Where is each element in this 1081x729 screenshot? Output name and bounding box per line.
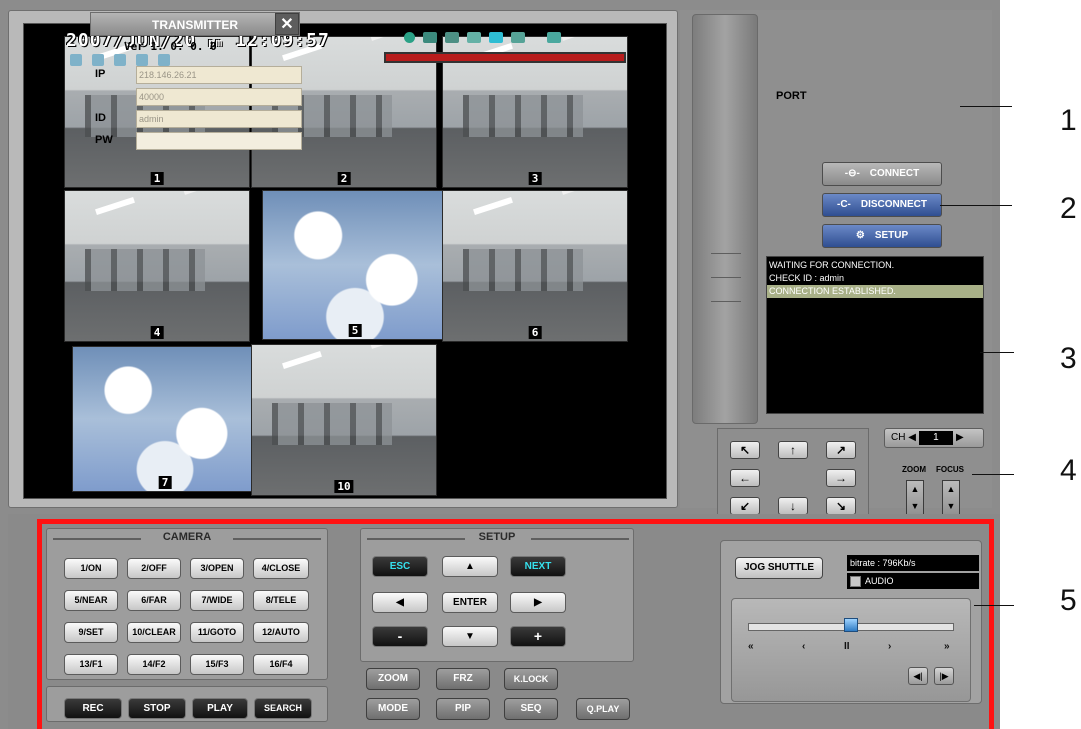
record-status-icon: [404, 32, 415, 43]
callout-5: 5: [1060, 584, 1077, 617]
ptz-left-button[interactable]: ←: [730, 469, 760, 487]
zoom-in-icon[interactable]: ▲: [907, 481, 923, 498]
camera-tile-7[interactable]: 7: [72, 346, 258, 492]
disconnect-label: DISCONNECT: [860, 199, 927, 210]
close-button[interactable]: ✕: [275, 13, 299, 35]
focus-label: FOCUS: [936, 465, 964, 474]
camera-status-icon: [467, 32, 481, 43]
tile-number: 7: [158, 476, 172, 489]
ptz-down-left-button[interactable]: ↙: [730, 497, 760, 515]
port-field[interactable]: 40000: [136, 88, 302, 106]
port-label: PORT: [776, 90, 807, 102]
callout-line-5: [974, 605, 1014, 606]
log-line-highlighted: CONNECTION ESTABLISHED.: [767, 285, 983, 298]
video-display-frame: 1 2 3 4 5 6 7 10 2007/JUN/20 pm 12:09:57: [8, 10, 678, 508]
callout-4: 4: [1060, 454, 1077, 487]
channel-selector: CH ◀ 1 ▶: [884, 428, 984, 448]
zoom-stepper[interactable]: ▲ ▼: [906, 480, 924, 518]
channel-value: 1: [918, 431, 953, 445]
slot-divider: [711, 301, 741, 302]
monitor-icon: [489, 32, 503, 43]
ptz-down-button[interactable]: ↓: [778, 497, 808, 515]
callout-line-4: [972, 474, 1014, 475]
callout-line-3: [980, 352, 1014, 353]
multi-view-video[interactable]: 1 2 3 4 5 6 7 10 2007/JUN/20 pm 12:09:57: [23, 23, 667, 499]
channel-next-icon[interactable]: ▶: [956, 432, 964, 443]
plug-icon: -⊖-: [844, 168, 860, 179]
disconnect-button[interactable]: -C- DISCONNECT: [822, 193, 942, 217]
callout-line-1: [960, 106, 1012, 107]
ptz-up-left-button[interactable]: ↖: [730, 441, 760, 459]
antenna-icon: [445, 32, 459, 43]
version-label: Ver 1. 0. 0. 0: [124, 40, 217, 53]
callout-2: 2: [1060, 192, 1077, 225]
transmitter-title: TRANSMITTER: [90, 12, 300, 36]
channel-prev-icon[interactable]: ◀: [908, 432, 916, 443]
ptz-pad: ↖ ↑ ↗ ← → ↙ ↓ ↘: [717, 428, 869, 522]
tile-number: 1: [150, 172, 164, 185]
ptz-right-button[interactable]: →: [826, 469, 856, 487]
tile-number: 2: [337, 172, 351, 185]
person-icon[interactable]: [158, 54, 170, 66]
setup-button[interactable]: ⚙ SETUP: [822, 224, 942, 248]
tile-number: 4: [150, 326, 164, 339]
tile-number: 3: [528, 172, 542, 185]
ip-field[interactable]: 218.146.26.21: [136, 66, 302, 84]
osd-status-icons: [404, 32, 561, 43]
zoom-out-icon[interactable]: ▼: [907, 498, 923, 515]
zoom-label: ZOOM: [902, 465, 926, 474]
app-window: 1 2 3 4 5 6 7 10 2007/JUN/20 pm 12:09:57: [0, 0, 1000, 729]
camera-tile-4[interactable]: 4: [64, 190, 250, 342]
callout-3: 3: [1060, 342, 1077, 375]
callout-1: 1: [1060, 104, 1077, 137]
ip-label: IP: [95, 68, 106, 80]
connect-label: CONNECT: [869, 168, 920, 179]
ptz-down-right-button[interactable]: ↘: [826, 497, 856, 515]
camera-tile-5[interactable]: 5: [262, 190, 448, 340]
tile-number: 10: [334, 480, 354, 493]
pin-icon[interactable]: [92, 54, 104, 66]
focus-near-icon[interactable]: ▲: [943, 481, 959, 498]
log-line: WAITING FOR CONNECTION.: [769, 260, 895, 270]
tile-number: 5: [348, 324, 362, 337]
connection-log: WAITING FOR CONNECTION. CHECK ID : admin…: [766, 256, 984, 414]
id-label: ID: [95, 112, 106, 124]
osd-toolbar: [70, 54, 170, 66]
slot-divider: [711, 253, 741, 254]
slot-divider: [711, 277, 741, 278]
unplug-icon: -C-: [836, 199, 851, 210]
callout-line-2: [940, 205, 1012, 206]
ptz-up-right-button[interactable]: ↗: [826, 441, 856, 459]
gear-icon: ⚙: [855, 230, 865, 241]
decorative-slot: [692, 14, 758, 424]
camera-tile-10[interactable]: 10: [251, 344, 437, 496]
setup-label: SETUP: [874, 230, 909, 241]
pw-label: PW: [95, 134, 113, 146]
signal-strength-icon: [511, 32, 525, 43]
channel-label: CH: [891, 432, 906, 443]
tile-number: 6: [528, 326, 542, 339]
magnifier-icon[interactable]: [136, 54, 148, 66]
camera-tile-6[interactable]: 6: [442, 190, 628, 342]
log-line: CHECK ID : admin: [769, 273, 845, 283]
connect-button[interactable]: -⊖- CONNECT: [822, 162, 942, 186]
focus-stepper[interactable]: ▲ ▼: [942, 480, 960, 518]
id-field[interactable]: admin: [136, 110, 302, 128]
highlight-frame: [37, 519, 994, 729]
layout-icon[interactable]: [114, 54, 126, 66]
recording-progress-bar: [384, 52, 626, 63]
pw-field[interactable]: [136, 132, 302, 150]
link-icon: [547, 32, 561, 43]
focus-far-icon[interactable]: ▼: [943, 498, 959, 515]
network-icon: [423, 32, 437, 43]
cursor-icon[interactable]: [70, 54, 82, 66]
ptz-up-button[interactable]: ↑: [778, 441, 808, 459]
